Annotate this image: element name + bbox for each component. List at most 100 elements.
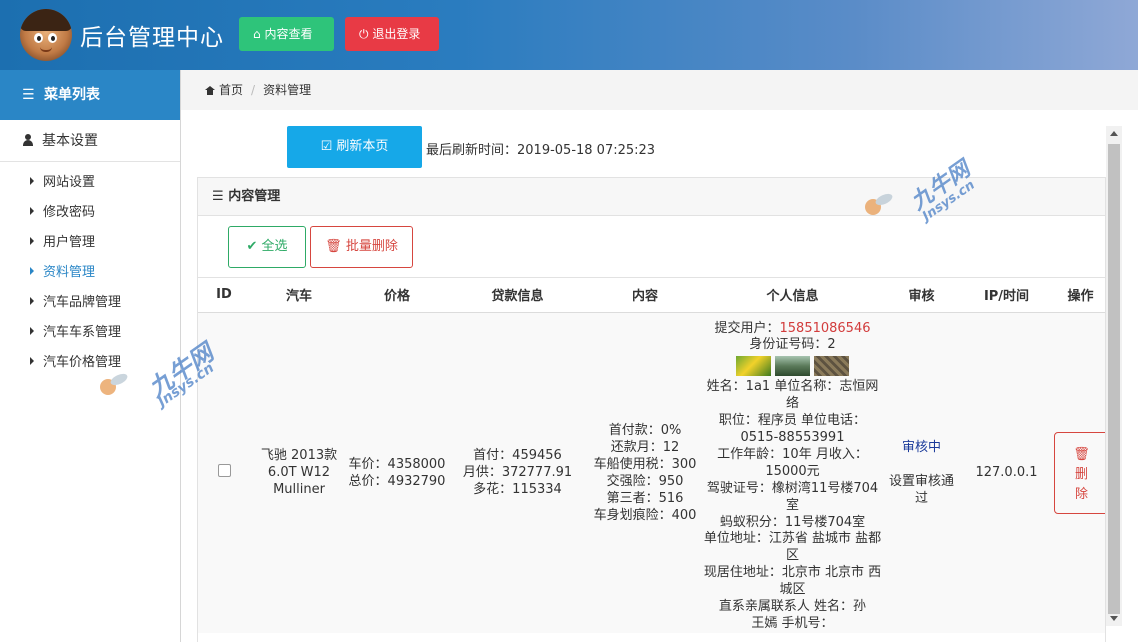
compulsory-insurance: 交强险：950	[606, 473, 684, 489]
car-cell: 飞驰 2013款 6.0T W12 Mulliner	[250, 312, 348, 633]
scroll-up-icon[interactable]	[1110, 131, 1118, 136]
table-row: 飞驰 2013款 6.0T W12 Mulliner 车价：4358000 总价…	[198, 312, 1105, 633]
content-cell: 首付款：0% 还款月：12 车船使用税：300 交强险：950 第三者：516 …	[589, 312, 701, 633]
col-content: 内容	[589, 278, 701, 313]
content-panel: ☰ 内容管理 ✔ 全选 🗑 批量删除 ID 汽车 价格 贷款信息 内容 个人信息…	[197, 177, 1106, 642]
ip-cell: 127.0.0.1	[959, 312, 1054, 633]
sidebar-item[interactable]: 汽车车系管理	[0, 318, 180, 348]
sidebar: ☰ 菜单列表 基本设置 网站设置 修改密码 用户管理 资料管理 汽车品牌管理 汽车车系管理汽…	[0, 70, 181, 642]
caret-right-icon	[30, 327, 34, 335]
audit-cell: 审核中 设置审核通过	[884, 312, 959, 633]
sidebar-item[interactable]: 资料管理	[0, 258, 180, 288]
caret-right-icon	[30, 207, 34, 215]
personal-info-cell: 提交用户：15851086546 身份证号码：2 姓名：1a1 单位名称：志恒网…	[701, 312, 884, 633]
menu-list-header[interactable]: ☰ 菜单列表	[0, 70, 180, 120]
breadcrumb-home[interactable]: 首页	[219, 83, 243, 97]
loan-cell: 首付：459456 月供：372777.91 多花：115334	[446, 312, 589, 633]
trash-icon: 🗑	[325, 239, 342, 254]
menu-title: 菜单列表	[44, 87, 100, 103]
license-number: 驾驶证号：橡树湾11号楼704室	[706, 480, 879, 513]
sidebar-item-label: 用户管理	[43, 235, 96, 250]
caret-right-icon	[30, 177, 34, 185]
id-photos	[701, 356, 884, 377]
caret-right-icon	[30, 357, 34, 365]
submit-user: 提交用户：15851086546	[701, 321, 884, 338]
col-personal: 个人信息	[701, 278, 884, 313]
site-title: 后台管理中心	[80, 25, 224, 51]
scratch-insurance: 车身划痕险：400	[593, 507, 697, 523]
delete-button[interactable]: 🗑 删除	[1054, 431, 1105, 514]
submit-user-label: 提交用户：	[714, 320, 780, 336]
total-price: 总价：4932790	[348, 473, 446, 489]
audit-status: 审核中	[901, 439, 941, 455]
col-ip-time: IP/时间	[959, 278, 1054, 313]
select-all-label: 全选	[261, 239, 288, 254]
content-table: ID 汽车 价格 贷款信息 内容 个人信息 审核 IP/时间 操作 飞驰 201…	[198, 278, 1105, 633]
col-car: 汽车	[250, 278, 348, 313]
sidebar-item[interactable]: 汽车品牌管理	[0, 288, 180, 318]
position-phone: 职位：程序员 单位电话：0515-88553991	[718, 413, 867, 446]
basic-settings-section[interactable]: 基本设置	[0, 120, 180, 162]
col-actions: 操作	[1054, 278, 1105, 313]
refresh-label: 刷新本页	[336, 139, 389, 154]
content-scrollbar[interactable]	[1106, 126, 1122, 626]
photo-thumbnail[interactable]	[736, 356, 771, 377]
name-company: 姓名：1a1 单位名称：志恒网络	[706, 379, 879, 412]
col-audit: 审核	[884, 278, 959, 313]
refresh-button[interactable]: ☑ 刷新本页	[287, 126, 422, 168]
sidebar-item[interactable]: 网站设置	[0, 168, 180, 198]
sidebar-item-label: 资料管理	[43, 265, 96, 280]
batch-delete-button[interactable]: 🗑 批量删除	[310, 226, 413, 268]
sidebar-item-label: 汽车品牌管理	[43, 295, 122, 310]
down-payment: 首付：459456	[473, 448, 562, 464]
breadcrumb: 首页 / 资料管理	[181, 70, 1138, 110]
sidebar-nav: 网站设置 修改密码 用户管理 资料管理 汽车品牌管理 汽车车系管理 汽车价格管理	[0, 162, 180, 378]
caret-right-icon	[30, 267, 34, 275]
logout-button[interactable]: ⏻ 退出登录	[345, 17, 439, 51]
vessel-tax: 车船使用税：300	[593, 456, 697, 472]
row-checkbox[interactable]	[217, 463, 231, 477]
photo-thumbnail[interactable]	[814, 356, 849, 377]
top-header: 后台管理中心 ⌂ 内容查看 ⏻ 退出登录	[0, 0, 1138, 70]
col-loan: 贷款信息	[446, 278, 589, 313]
submit-user-phone[interactable]: 15851086546	[780, 321, 871, 336]
home-icon: ⌂	[253, 27, 261, 41]
home-icon	[205, 86, 215, 95]
sidebar-item-label: 网站设置	[43, 175, 96, 190]
car-price: 车价：4358000	[348, 456, 446, 472]
caret-right-icon	[30, 237, 34, 245]
work-income: 工作年龄：10年 月收入：15000元	[717, 446, 868, 479]
col-id: ID	[198, 278, 250, 313]
delete-label: 删除	[1074, 466, 1088, 502]
sidebar-item[interactable]: 用户管理	[0, 228, 180, 258]
view-content-label: 内容查看	[264, 27, 313, 41]
photo-thumbnail[interactable]	[775, 356, 810, 377]
last-refresh-time: 最后刷新时间：2019-05-18 07:25:23	[426, 143, 656, 158]
ant-credit: 蚂蚁积分：11号楼704室	[719, 514, 866, 530]
down-ratio: 首付款：0%	[608, 422, 682, 438]
approve-link[interactable]: 设置审核通过	[884, 473, 959, 507]
table-header-row: ID 汽车 价格 贷款信息 内容 个人信息 审核 IP/时间 操作	[198, 278, 1105, 313]
breadcrumb-current: 资料管理	[263, 83, 312, 97]
batch-delete-label: 批量删除	[345, 239, 398, 254]
power-icon: ⏻	[359, 27, 369, 41]
watermark-logo	[100, 375, 130, 397]
panel-title: 内容管理	[228, 189, 281, 204]
id-number: 身份证号码：2	[749, 337, 836, 353]
user-icon	[22, 134, 34, 146]
caret-right-icon	[30, 297, 34, 305]
extra-cost: 多花：115334	[473, 482, 562, 498]
list-icon: ☰	[22, 87, 35, 103]
avatar-logo	[20, 9, 72, 61]
scroll-down-icon[interactable]	[1110, 616, 1118, 621]
sidebar-item-label: 汽车车系管理	[43, 325, 122, 340]
scroll-thumb[interactable]	[1108, 144, 1120, 614]
trash-icon: 🗑	[1073, 446, 1090, 462]
section-title: 基本设置	[42, 133, 98, 149]
breadcrumb-separator: /	[251, 83, 256, 97]
panel-tools: ✔ 全选 🗑 批量删除	[198, 216, 1105, 278]
select-all-button[interactable]: ✔ 全选	[228, 226, 306, 268]
view-content-button[interactable]: ⌂ 内容查看	[239, 17, 334, 51]
sidebar-item[interactable]: 修改密码	[0, 198, 180, 228]
relative-phone: 王嫣 手机号：	[751, 616, 834, 631]
